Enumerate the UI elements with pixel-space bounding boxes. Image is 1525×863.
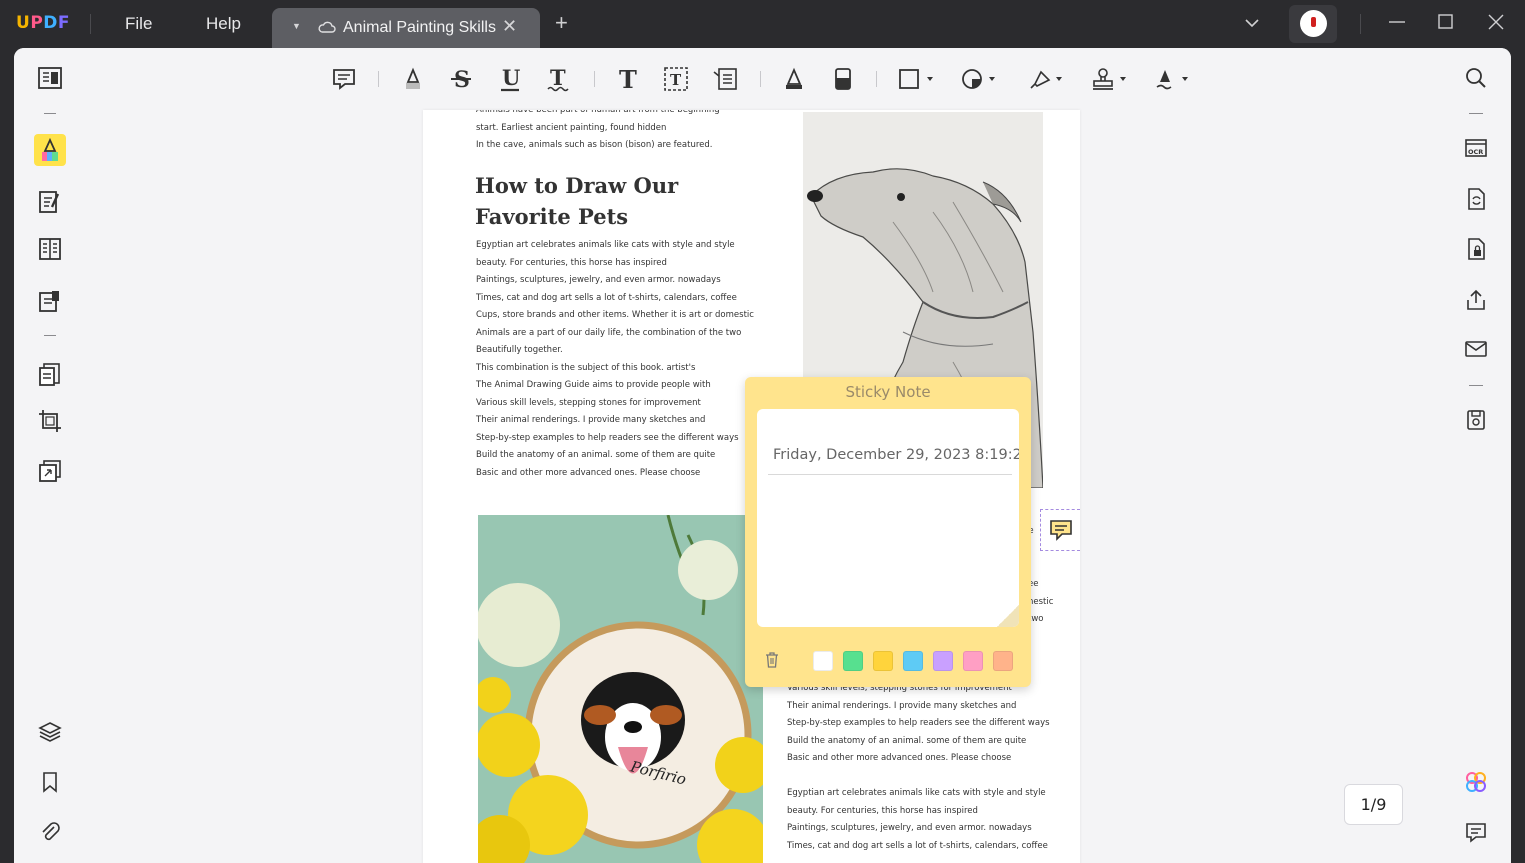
reader-icon[interactable] [34,62,66,94]
menu-help[interactable]: Help [206,14,241,34]
pin-icon[interactable] [1027,66,1067,92]
textbox-icon[interactable]: T [663,66,689,92]
intro-text: Animals have been part of human art from… [476,110,720,150]
search-icon[interactable] [1464,66,1488,90]
partial-text: nestic [1028,597,1054,607]
strikethrough-icon[interactable]: S [448,66,474,92]
squiggly-icon[interactable]: T [545,66,571,92]
chevron-down-icon[interactable] [1243,14,1261,32]
divider [594,71,595,87]
divider [1469,113,1483,114]
divider [378,71,379,87]
compress-icon[interactable] [34,455,66,487]
right-column-text-2: Egyptian art celebrates animals like cat… [787,788,1048,851]
cloud-icon [318,21,336,33]
minimize-icon[interactable] [1387,12,1407,32]
updf-logo: UPDF [16,13,71,33]
share-icon[interactable] [1464,288,1488,312]
right-sidebar: OCR [1441,48,1511,863]
menu-file[interactable]: File [125,14,152,34]
svg-text:T: T [550,66,566,90]
layers-icon[interactable] [38,720,62,744]
right-column-text: Various skill levels, stepping stones fo… [787,683,1050,763]
svg-text:T: T [670,71,682,89]
divider [1469,385,1483,386]
text-icon[interactable]: T [615,66,641,92]
note-icon [1050,520,1072,541]
svg-text:U: U [502,66,520,90]
sticky-note-editor[interactable]: Friday, December 29, 2023 8:19:21 [757,409,1019,627]
maximize-icon[interactable] [1436,12,1456,32]
trash-icon[interactable] [763,651,781,669]
color-swatch-yellow[interactable] [873,651,893,671]
embroidery-photo: Porfirio [478,515,763,863]
ocr-icon[interactable]: OCR [1464,136,1488,160]
signature-icon[interactable] [1153,66,1193,92]
comment-annotation-marker[interactable] [1040,509,1080,551]
tab-title: Animal Painting Skills [343,19,496,36]
title-bar: UPDF File Help ▼ Animal Painting Skills … [0,0,1525,48]
svg-text:T: T [619,66,637,92]
comment-icon[interactable] [331,66,357,92]
sticky-note-popup[interactable]: Sticky Note Friday, December 29, 2023 8:… [745,377,1031,687]
crop-icon[interactable] [34,405,66,437]
sticker-icon[interactable] [960,66,1000,92]
color-swatch-green[interactable] [843,651,863,671]
pencil-icon[interactable] [781,66,807,92]
protect-icon[interactable] [1464,237,1488,261]
chat-icon[interactable] [1464,820,1488,844]
divider [760,71,761,87]
divider [44,113,56,114]
body-text: Egyptian art celebrates animals like cat… [476,240,754,478]
page-heading: How to Draw Our Favorite Pets [475,173,679,229]
text-callout-icon[interactable] [712,66,738,92]
close-window-icon[interactable] [1486,12,1506,32]
comment-mode-icon[interactable] [34,134,66,166]
new-tab-button[interactable]: + [555,12,568,34]
stamp-icon[interactable] [1090,66,1130,92]
color-swatch-white[interactable] [813,651,833,671]
email-icon[interactable] [1464,337,1488,361]
attachment-icon[interactable] [39,820,61,844]
sticky-note-title: Sticky Note [845,383,931,401]
highlight-icon[interactable] [400,66,426,92]
save-icon[interactable] [1464,408,1488,432]
edit-pdf-icon[interactable] [34,186,66,218]
color-swatch-orange[interactable] [993,651,1013,671]
tab-dropdown-icon[interactable]: ▼ [292,21,301,31]
divider [768,474,1012,475]
account-button[interactable] [1289,5,1337,43]
color-swatch-blue[interactable] [903,651,923,671]
divider [876,71,877,87]
ai-icon[interactable] [1464,770,1488,794]
left-sidebar [14,48,84,863]
divider [90,14,91,34]
underline-icon[interactable]: U [497,66,523,92]
forms-icon[interactable] [34,285,66,317]
convert-icon[interactable] [34,358,66,390]
divider [44,335,56,336]
eraser-icon[interactable] [830,66,856,92]
page-fold [997,605,1019,627]
sticky-note-date: Friday, December 29, 2023 8:19:21 [773,447,1019,463]
color-swatch-pink[interactable] [963,651,983,671]
color-swatch-purple[interactable] [933,651,953,671]
tab-document[interactable]: ▼ Animal Painting Skills ✕ [272,8,540,48]
shape-icon[interactable] [898,66,938,92]
svg-text:OCR: OCR [1468,148,1483,156]
divider [1360,14,1361,34]
main-panel: S U T T T Animals have been part of huma… [14,48,1511,863]
close-tab-icon[interactable]: ✕ [502,16,517,37]
organize-icon[interactable] [34,233,66,265]
avatar [1300,10,1327,37]
convert-pdf-icon[interactable] [1464,187,1488,211]
bookmark-icon[interactable] [40,770,60,794]
page-indicator[interactable]: 1/9 [1344,784,1403,825]
